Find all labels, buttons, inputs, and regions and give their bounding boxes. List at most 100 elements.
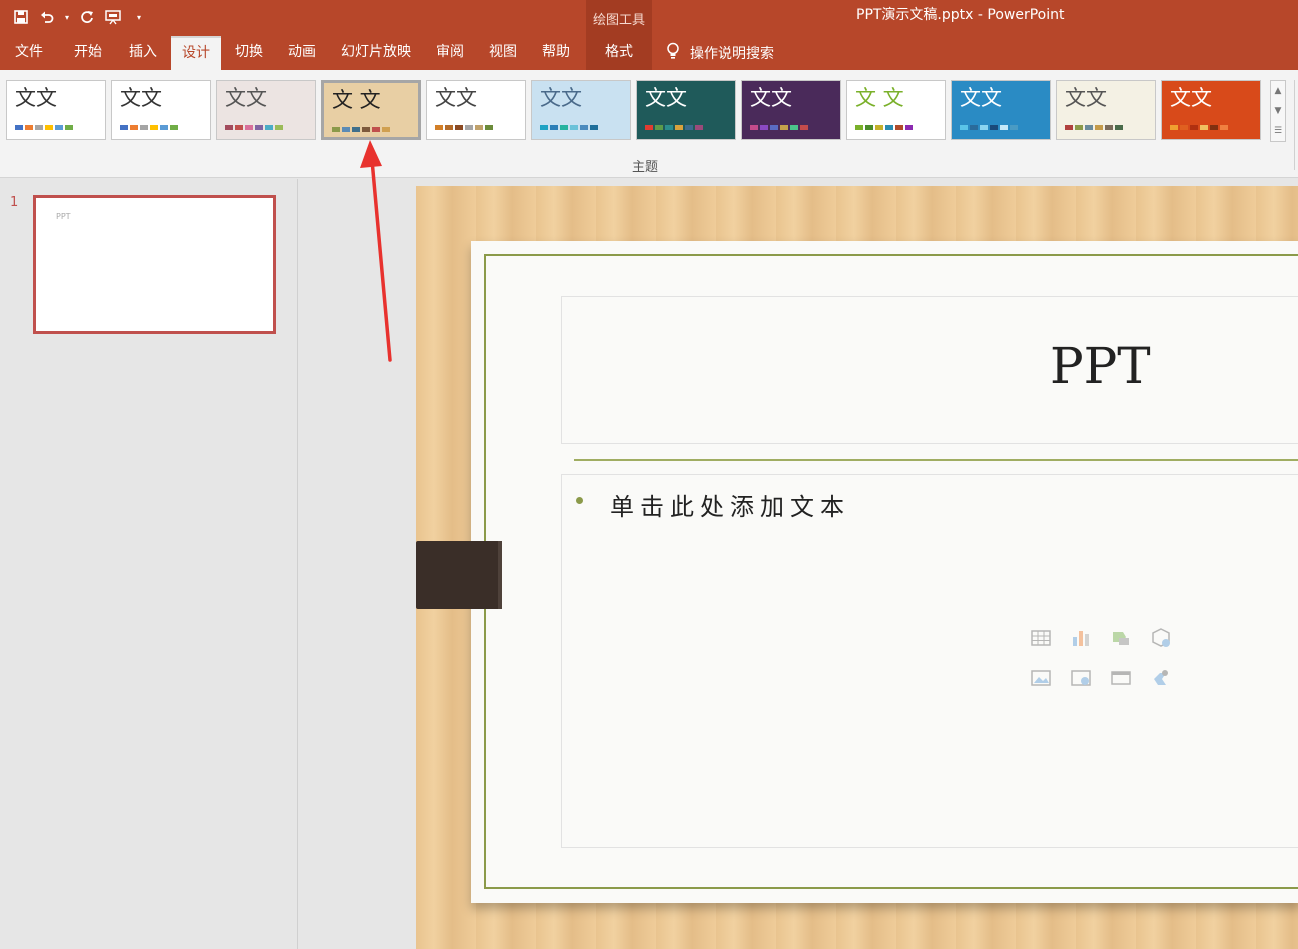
- title-bar: ▾ ▾ 绘图工具 PPT演示文稿.pptx - PowerPoint: [0, 0, 1298, 36]
- color-swatch: [65, 125, 73, 130]
- color-swatch: [885, 125, 893, 130]
- redo-icon[interactable]: [76, 6, 98, 28]
- color-swatch: [1010, 125, 1018, 130]
- theme-tile-10[interactable]: 文文: [951, 80, 1051, 140]
- color-swatch: [362, 127, 370, 132]
- theme-tile-9[interactable]: 文 文: [846, 80, 946, 140]
- gallery-more-icon[interactable]: ☰: [1271, 121, 1285, 141]
- theme-color-swatches: [435, 125, 493, 130]
- slide-editor[interactable]: PPT 单击此处添加文本: [299, 179, 1298, 949]
- color-swatch: [780, 125, 788, 130]
- color-swatch: [35, 125, 43, 130]
- color-swatch: [235, 125, 243, 130]
- title-placeholder[interactable]: PPT: [561, 296, 1298, 444]
- online-picture-icon[interactable]: [1070, 667, 1092, 689]
- color-swatch: [332, 127, 340, 132]
- theme-tile-1[interactable]: 文文: [6, 80, 106, 140]
- video-icon[interactable]: [1110, 667, 1132, 689]
- color-swatch: [980, 125, 988, 130]
- color-swatch: [570, 125, 578, 130]
- color-swatch: [895, 125, 903, 130]
- color-swatch: [225, 125, 233, 130]
- save-icon[interactable]: [10, 6, 32, 28]
- tab-review[interactable]: 审阅: [424, 36, 476, 70]
- theme-preview-text: 文文: [120, 86, 162, 110]
- slide-thumbnail[interactable]: PPT: [33, 195, 276, 334]
- theme-tile-5[interactable]: 文文: [426, 80, 526, 140]
- present-icon[interactable]: [102, 6, 124, 28]
- color-swatch: [550, 125, 558, 130]
- gallery-down-icon[interactable]: ▼: [1271, 101, 1285, 121]
- gallery-up-icon[interactable]: ▲: [1271, 81, 1285, 101]
- document-title: PPT演示文稿.pptx - PowerPoint: [856, 7, 1065, 23]
- 3d-model-icon[interactable]: [1150, 627, 1172, 649]
- theme-color-swatches: [120, 125, 178, 130]
- theme-tile-12[interactable]: 文文: [1161, 80, 1261, 140]
- body-placeholder[interactable]: 单击此处添加文本: [561, 474, 1298, 848]
- theme-color-swatches: [225, 125, 283, 130]
- binder-clip: [416, 541, 502, 609]
- tab-view[interactable]: 视图: [477, 36, 529, 70]
- color-swatch: [15, 125, 23, 130]
- theme-tile-2[interactable]: 文文: [111, 80, 211, 140]
- theme-preview-text: 文文: [540, 86, 582, 110]
- insert-content-icons: [1030, 627, 1190, 689]
- color-swatch: [342, 127, 350, 132]
- picture-icon[interactable]: [1030, 667, 1052, 689]
- theme-tile-6[interactable]: 文文: [531, 80, 631, 140]
- tab-format[interactable]: 格式: [586, 36, 652, 70]
- color-swatch: [760, 125, 768, 130]
- slide-paper: PPT 单击此处添加文本: [471, 241, 1298, 903]
- theme-color-swatches: [540, 125, 598, 130]
- tab-animations[interactable]: 动画: [276, 36, 328, 70]
- color-swatch: [1085, 125, 1093, 130]
- undo-icon[interactable]: [36, 6, 58, 28]
- tab-help[interactable]: 帮助: [530, 36, 582, 70]
- theme-tile-4[interactable]: 文 文: [321, 80, 421, 140]
- theme-tile-3[interactable]: 文文: [216, 80, 316, 140]
- color-swatch: [160, 125, 168, 130]
- tab-design[interactable]: 设计: [171, 36, 221, 70]
- color-swatch: [45, 125, 53, 130]
- color-swatch: [645, 125, 653, 130]
- slide-title[interactable]: PPT: [1050, 337, 1151, 395]
- color-swatch: [465, 125, 473, 130]
- bullet-icon: [576, 497, 583, 504]
- drawing-tools-context-label: 绘图工具: [586, 0, 652, 36]
- tab-transitions[interactable]: 切换: [223, 36, 275, 70]
- tab-home[interactable]: 开始: [60, 36, 116, 70]
- slide-number: 1: [10, 195, 19, 210]
- customize-icon[interactable]: ▾: [128, 6, 150, 28]
- color-swatch: [170, 125, 178, 130]
- color-swatch: [1220, 125, 1228, 130]
- color-swatch: [1000, 125, 1008, 130]
- tab-slideshow[interactable]: 幻灯片放映: [330, 36, 422, 70]
- theme-tile-8[interactable]: 文文: [741, 80, 841, 140]
- chart-icon[interactable]: [1070, 627, 1092, 649]
- icons-icon[interactable]: [1150, 667, 1172, 689]
- color-swatch: [750, 125, 758, 130]
- color-swatch: [685, 125, 693, 130]
- lightbulb-icon: [666, 42, 680, 64]
- color-swatch: [382, 127, 390, 132]
- color-swatch: [120, 125, 128, 130]
- color-swatch: [455, 125, 463, 130]
- undo-dropdown-icon[interactable]: ▾: [62, 6, 72, 28]
- themes-group-label: 主题: [631, 160, 658, 175]
- theme-gallery: 文文 文文 文文 文 文 文文 文文 文文 文文 文 文 文文 文文 文文: [6, 80, 1268, 142]
- tell-me-search[interactable]: 操作说明搜索: [666, 36, 774, 70]
- theme-tile-11[interactable]: 文文: [1056, 80, 1156, 140]
- theme-color-swatches: [960, 125, 1018, 130]
- theme-preview-text: 文文: [645, 86, 687, 110]
- body-placeholder-text[interactable]: 单击此处添加文本: [610, 487, 850, 522]
- color-swatch: [590, 125, 598, 130]
- color-swatch: [1170, 125, 1178, 130]
- table-icon[interactable]: [1030, 627, 1052, 649]
- theme-preview-text: 文文: [750, 86, 792, 110]
- tab-file[interactable]: 文件: [0, 36, 58, 70]
- tab-insert[interactable]: 插入: [116, 36, 170, 70]
- smartart-icon[interactable]: [1110, 627, 1132, 649]
- theme-tile-7[interactable]: 文文: [636, 80, 736, 140]
- slide-thumbnail-pane[interactable]: 1 PPT: [0, 179, 298, 949]
- color-swatch: [245, 125, 253, 130]
